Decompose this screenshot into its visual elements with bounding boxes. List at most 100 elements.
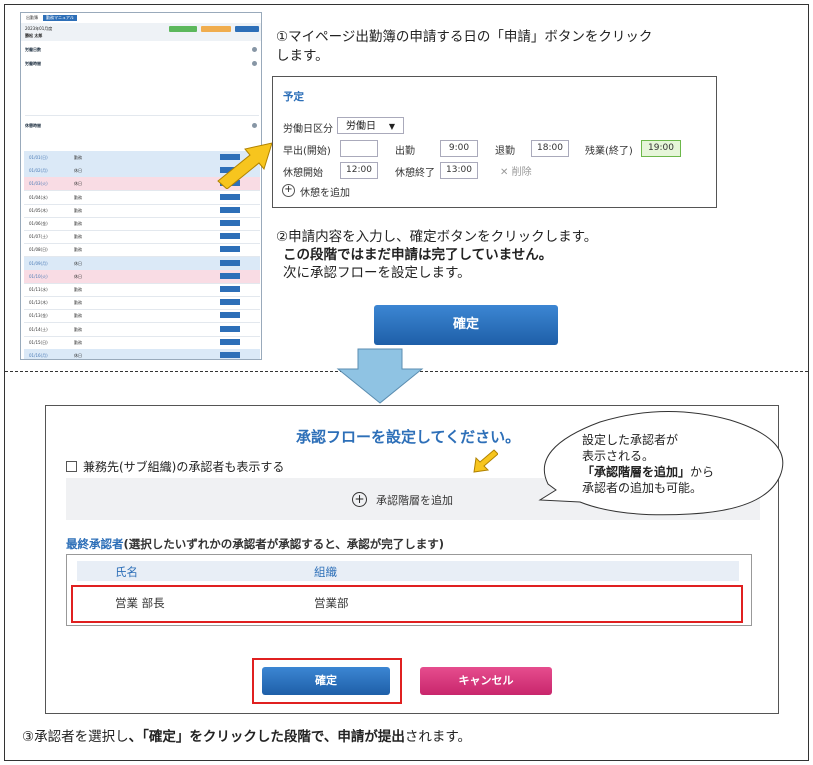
break-start-input[interactable]: 12:00 [340, 162, 378, 179]
break-end-label: 休憩終了 [395, 168, 435, 179]
mini-green-button[interactable] [169, 26, 197, 32]
delete-button[interactable]: ✕ 削除 [500, 163, 532, 178]
approver-table: 氏名 組織 営業 部長 営業部 [66, 554, 752, 626]
overtime-input[interactable]: 19:00 [641, 140, 681, 157]
mini-table-row: 01/06(金) 勤務 [24, 217, 260, 231]
yellow-arrow-icon [217, 142, 273, 189]
mini-tab-attendance[interactable]: 出勤簿 [23, 15, 41, 21]
mini-row-kind: 勤務 [74, 339, 82, 345]
cancel-button[interactable]: キャンセル [420, 667, 552, 695]
mini-apply-button[interactable] [220, 272, 240, 279]
chevron-down-icon: ▼ [388, 122, 395, 131]
sub-org-checkbox-label: 兼務先(サブ組織)の承認者も表示する [83, 460, 285, 474]
add-layer-label: 承認階層を追加 [376, 494, 453, 507]
mini-row-date: 01/03(火) [29, 181, 48, 187]
step2-line3: 次に承認フローを設定します。 [283, 265, 471, 281]
final-approver-label: 最終承認者 [66, 537, 124, 551]
mini-apply-button[interactable] [220, 220, 240, 226]
mini-apply-button[interactable] [220, 193, 240, 200]
approver-org: 営業部 [314, 596, 349, 610]
mini-month[interactable]: 2023年01月度 [25, 26, 52, 32]
mini-toggle-icon[interactable] [252, 47, 257, 52]
mini-row-kind: 勤務 [74, 326, 82, 332]
mini-blue-button[interactable] [235, 26, 259, 32]
sub-org-checkbox[interactable]: 兼務先(サブ組織)の承認者も表示する [66, 458, 284, 475]
mini-tab-manual[interactable]: 勤務マニュアル [43, 15, 77, 21]
mini-section-breaks: 休憩時間 [25, 123, 41, 128]
mini-row-kind: 休日 [74, 181, 82, 187]
mini-table-row: 01/13(金) 勤務 [24, 309, 260, 324]
mini-table-row: 01/04(水) 勤務 [24, 191, 260, 205]
mini-table-row: 01/07(土) 勤務 [24, 230, 260, 245]
out-input[interactable]: 18:00 [531, 140, 569, 157]
mini-section-hours: 労働時間 [25, 61, 41, 66]
final-approver-note: (選択したいずれかの承認者が承認すると、承認が完了します) [123, 537, 445, 551]
mini-row-date: 01/07(土) [29, 234, 48, 240]
step3-part-b: 、「確定」をクリックした段階で、申請が提出 [128, 729, 405, 745]
mini-table-row: 01/14(土) 勤務 [24, 323, 260, 337]
mini-table-row: 01/10(火) 休日 [24, 269, 260, 284]
down-arrow-icon [336, 348, 424, 404]
mini-orange-button[interactable] [201, 26, 231, 32]
mini-row-date: 01/14(土) [29, 326, 48, 332]
yellow-arrow-icon [473, 449, 498, 473]
workday-select-value: 労働日 [346, 121, 376, 132]
mini-row-date: 01/08(日) [29, 247, 48, 253]
mini-apply-button[interactable] [220, 299, 240, 306]
approval-title: 承認フローを設定してください。 [296, 428, 521, 446]
early-label: 早出(開始) [283, 146, 331, 157]
mini-apply-button[interactable] [220, 206, 240, 213]
callout-line3-rest: から [690, 465, 715, 479]
step2-instruction: ②申請内容を入力し、確定ボタンをクリックします。 この段階ではまだ申請は完了して… [276, 228, 746, 282]
confirm-button[interactable]: 確定 [374, 305, 558, 345]
mini-row-kind: 勤務 [74, 221, 82, 226]
early-input[interactable] [340, 140, 378, 157]
mini-row-kind: 勤務 [74, 234, 82, 240]
mini-apply-button[interactable] [220, 325, 240, 332]
confirm-approval-button[interactable]: 確定 [262, 667, 390, 695]
mini-row-date: 01/02(月) [29, 168, 48, 174]
delete-label: 削除 [511, 167, 532, 178]
mini-apply-button[interactable] [220, 286, 240, 292]
mini-toggle-icon[interactable] [252, 61, 257, 66]
mini-row-kind: 勤務 [74, 300, 82, 306]
mini-apply-button[interactable] [220, 259, 240, 266]
mini-row-kind: 勤務 [74, 247, 82, 253]
workday-select[interactable]: 労働日 ▼ [337, 117, 404, 134]
mini-apply-button[interactable] [220, 338, 240, 345]
callout-line1: 設定した承認者が [582, 433, 679, 447]
mini-row-kind: 勤務 [74, 313, 82, 319]
mini-row-kind: 休日 [74, 353, 82, 358]
mini-row-date: 01/09(月) [29, 260, 48, 266]
break-end-input[interactable]: 13:00 [440, 162, 478, 179]
mini-row-date: 01/01(日) [29, 155, 48, 160]
step2-line1: ②申請内容を入力し、確定ボタンをクリックします。 [276, 229, 598, 245]
mini-table-row: 01/08(日) 勤務 [24, 243, 260, 258]
mini-row-date: 01/10(火) [29, 273, 48, 279]
mini-row-date: 01/04(水) [29, 194, 48, 200]
mini-user: 勝松 太郎 [25, 33, 43, 38]
mini-toggle-icon[interactable] [252, 123, 257, 128]
mini-row-date: 01/11(水) [29, 287, 48, 292]
selected-approver-row[interactable]: 営業 部長 営業部 [71, 585, 743, 623]
overtime-label: 残業(終了) [585, 146, 633, 157]
mini-row-date: 01/12(木) [29, 300, 48, 306]
mini-table-row: 01/12(木) 勤務 [24, 296, 260, 311]
col-name-header: 氏名 [115, 565, 138, 579]
step3-instruction: ③承認者を選択し、「確定」をクリックした段階で、申請が提出されます。 [22, 725, 471, 745]
mini-apply-button[interactable] [220, 312, 240, 319]
mini-row-date: 01/16(月) [29, 353, 48, 358]
mini-apply-button[interactable] [220, 233, 240, 240]
mini-table-row: 01/09(月) 休日 [24, 256, 260, 271]
in-input[interactable]: 9:00 [440, 140, 478, 157]
workday-label: 労働日区分 [283, 124, 333, 135]
mini-apply-button[interactable] [220, 352, 240, 358]
checkbox-icon[interactable] [66, 461, 77, 472]
mini-apply-button[interactable] [220, 246, 240, 253]
step1-line1: ①マイページ出勤簿の申請する日の「申請」ボタンをクリック [276, 29, 653, 45]
step3-part-c: されます。 [404, 729, 471, 745]
add-break-link[interactable]: 休憩を追加 [300, 184, 350, 199]
close-icon: ✕ [500, 167, 509, 178]
mini-row-date: 01/06(金) [29, 221, 48, 226]
plus-circle-icon[interactable]: + [282, 184, 295, 197]
